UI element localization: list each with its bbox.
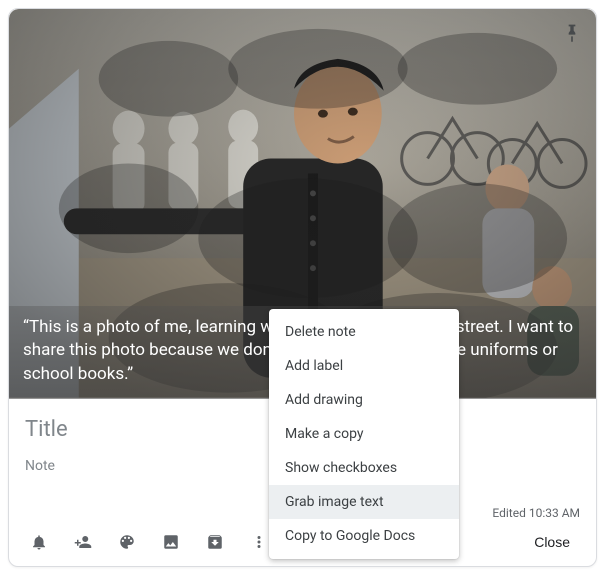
close-button[interactable]: Close (516, 526, 588, 558)
color-button[interactable] (105, 520, 149, 564)
note-card: “This is a photo of me, learning with ot… (8, 8, 597, 567)
menu-item-add-drawing[interactable]: Add drawing (269, 383, 459, 417)
menu-item-show-checkboxes[interactable]: Show checkboxes (269, 451, 459, 485)
person-add-icon (74, 533, 92, 551)
pin-icon (562, 23, 582, 43)
remind-button[interactable] (17, 520, 61, 564)
more-vert-icon (250, 533, 268, 551)
add-image-button[interactable] (149, 520, 193, 564)
pin-button[interactable] (554, 15, 590, 51)
bell-icon (30, 533, 48, 551)
archive-button[interactable] (193, 520, 237, 564)
palette-icon (118, 533, 136, 551)
archive-icon (206, 533, 224, 551)
image-icon (162, 533, 180, 551)
collaborator-button[interactable] (61, 520, 105, 564)
menu-item-delete-note[interactable]: Delete note (269, 315, 459, 349)
menu-item-grab-image-text[interactable]: Grab image text (269, 485, 459, 519)
menu-item-add-label[interactable]: Add label (269, 349, 459, 383)
menu-item-copy-to-google-docs[interactable]: Copy to Google Docs (269, 519, 459, 553)
menu-item-make-a-copy[interactable]: Make a copy (269, 417, 459, 451)
more-menu: Delete noteAdd labelAdd drawingMake a co… (269, 309, 459, 559)
